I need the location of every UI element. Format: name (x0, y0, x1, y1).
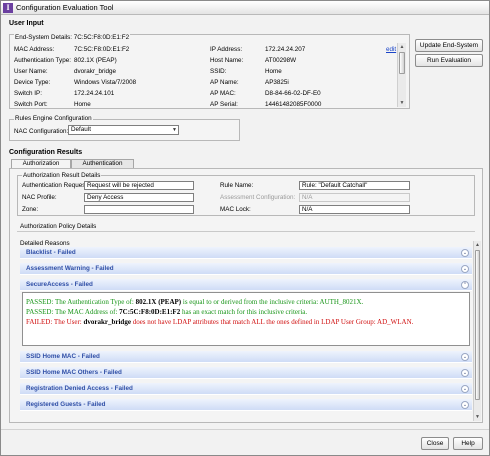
scroll-thumb[interactable] (475, 250, 480, 400)
auth-type-label: Authentication Type: (14, 57, 71, 64)
reason-row-registration-denied[interactable]: Registration Denied Access - Failed ⌄ (20, 383, 472, 395)
chevron-down-icon[interactable]: ⌄ (461, 369, 469, 377)
reason-row-registered-guests[interactable]: Registered Guests - Failed ⌄ (20, 399, 472, 411)
nac-profile-label: NAC Profile: (22, 194, 57, 201)
reasons-scrollbar[interactable]: ▲ ▼ (473, 241, 481, 421)
reason-label: Registration Denied Access - Failed (26, 385, 133, 392)
nac-configuration-label: NAC Configuration: (14, 128, 69, 135)
authorization-result-group: Authorization Result Details Authenticat… (17, 172, 475, 216)
chevron-down-icon[interactable]: ⌄ (461, 265, 469, 273)
nac-configuration-value: Default (71, 126, 91, 133)
ap-name-value: AP3825i (265, 79, 289, 86)
reason-label: Registered Guests - Failed (26, 401, 106, 408)
scroll-up-icon[interactable]: ▲ (474, 241, 481, 249)
assessment-config-field: N/A (299, 193, 410, 202)
authorization-policy-title: Authorization Policy Details (20, 223, 97, 230)
nac-configuration-select[interactable]: Default ▼ (68, 125, 179, 135)
scroll-thumb[interactable] (399, 52, 405, 74)
end-system-scrollbar[interactable]: ▲ ▼ (397, 43, 406, 107)
authorization-result-title: Authorization Result Details (22, 172, 102, 179)
switch-port-value: Home (74, 101, 91, 108)
configuration-results-heading: Configuration Results (9, 149, 83, 156)
nac-profile-field: Deny Access (84, 193, 194, 202)
mac-address-label: MAC Address: (14, 46, 55, 53)
scroll-up-icon[interactable]: ▲ (398, 43, 406, 51)
update-end-system-button[interactable]: Update End-System (415, 39, 483, 52)
scroll-down-icon[interactable]: ▼ (474, 413, 481, 421)
reason-row-ssid-home-mac[interactable]: SSID Home MAC - Failed ⌄ (20, 351, 472, 363)
detail-line-mac-address: PASSED: The MAC Address of: 7C:5C:F8:0D:… (26, 308, 308, 316)
auth-request-label: Authentication Request: (22, 182, 89, 189)
policy-divider (17, 231, 475, 232)
auth-request-field: Request will be rejected (84, 181, 194, 190)
assessment-config-label: Assessment Configuration: (220, 194, 296, 201)
chevron-down-icon[interactable]: ⌄ (461, 385, 469, 393)
reason-row-blacklist[interactable]: Blacklist - Failed ⌄ (20, 247, 472, 259)
rules-engine-title: Rules Engine Configuration (14, 115, 93, 122)
edit-link[interactable]: edit (386, 46, 396, 53)
ap-serial-label: AP Serial: (210, 101, 238, 108)
chevron-down-icon[interactable]: ⌄ (461, 353, 469, 361)
detail-line-auth-type: PASSED: The Authentication Type of: 802.… (26, 298, 364, 306)
reason-label: Blacklist - Failed (26, 249, 76, 256)
configuration-evaluation-window: I Configuration Evaluation Tool User Inp… (0, 0, 490, 456)
app-icon: I (3, 3, 13, 13)
ap-mac-label: AP MAC: (210, 90, 236, 97)
auth-type-value: 802.1X (PEAP) (74, 57, 117, 64)
mac-lock-field: N/A (299, 205, 410, 214)
footer-divider (1, 429, 489, 430)
reason-row-ssid-home-mac-others[interactable]: SSID Home MAC Others - Failed ⌄ (20, 367, 472, 379)
switch-ip-value: 172.24.24.101 (74, 90, 115, 97)
zone-field (84, 205, 194, 214)
reason-row-secureaccess[interactable]: SecureAccess - Failed ⌃ (20, 279, 472, 291)
help-button[interactable]: Help (453, 437, 483, 450)
rule-name-label: Rule Name: (220, 182, 254, 189)
chevron-down-icon[interactable]: ⌄ (461, 401, 469, 409)
reason-label: SSID Home MAC - Failed (26, 353, 100, 360)
ap-serial-value: 14461482085F0000 (265, 101, 322, 108)
close-button[interactable]: Close (421, 437, 449, 450)
ip-address-value: 172.24.24.207 (265, 46, 306, 53)
end-system-details-title: End-System Details: 7C:5C:F8:0D:E1:F2 (14, 34, 131, 41)
title-bar: I Configuration Evaluation Tool (1, 1, 489, 15)
chevron-down-icon: ▼ (172, 127, 177, 133)
ap-name-label: AP Name: (210, 79, 239, 86)
tab-authorization-results[interactable]: Authorization Results (11, 159, 71, 175)
chevron-up-icon[interactable]: ⌃ (461, 281, 469, 289)
mac-lock-label: MAC Lock: (220, 206, 251, 213)
switch-port-label: Switch Port: (14, 101, 48, 108)
detail-line-user: FAILED: The User: dvorakr_bridge does no… (26, 318, 414, 326)
ssid-value: Home (265, 68, 282, 75)
user-name-value: dvorakr_bridge (74, 68, 117, 75)
reason-label: SSID Home MAC Others - Failed (26, 369, 122, 376)
device-type-label: Device Type: (14, 79, 51, 86)
host-name-value: AT00298W (265, 57, 297, 64)
user-name-label: User Name: (14, 68, 48, 75)
end-system-details-group: End-System Details: 7C:5C:F8:0D:E1:F2 MA… (9, 34, 410, 109)
reason-label: Assessment Warning - Failed (26, 265, 114, 272)
tab-authentication-results[interactable]: Authentication Results (71, 159, 134, 175)
reason-row-assessment-warning[interactable]: Assessment Warning - Failed ⌄ (20, 263, 472, 275)
ssid-label: SSID: (210, 68, 227, 75)
scroll-down-icon[interactable]: ▼ (398, 99, 406, 107)
switch-ip-label: Switch IP: (14, 90, 42, 97)
ip-address-label: IP Address: (210, 46, 243, 53)
rules-engine-group: Rules Engine Configuration NAC Configura… (9, 115, 240, 141)
run-evaluation-button[interactable]: Run Evaluation (415, 54, 483, 67)
detailed-reasons-title: Detailed Reasons (20, 240, 70, 247)
window-title: Configuration Evaluation Tool (16, 3, 114, 12)
host-name-label: Host Name: (210, 57, 244, 64)
reason-label: SecureAccess - Failed (26, 281, 93, 288)
mac-address-value: 7C:5C:F8:0D:E1:F2 (74, 46, 130, 53)
ap-mac-value: D8-84-66-02-DF-E0 (265, 90, 321, 97)
secureaccess-detail-panel: PASSED: The Authentication Type of: 802.… (22, 292, 470, 346)
device-type-value: Windows Vista/7/2008 (74, 79, 137, 86)
rule-name-field: Rule: "Default Catchall" (299, 181, 410, 190)
user-input-heading: User Input (9, 20, 44, 27)
chevron-down-icon[interactable]: ⌄ (461, 249, 469, 257)
zone-label: Zone: (22, 206, 39, 213)
